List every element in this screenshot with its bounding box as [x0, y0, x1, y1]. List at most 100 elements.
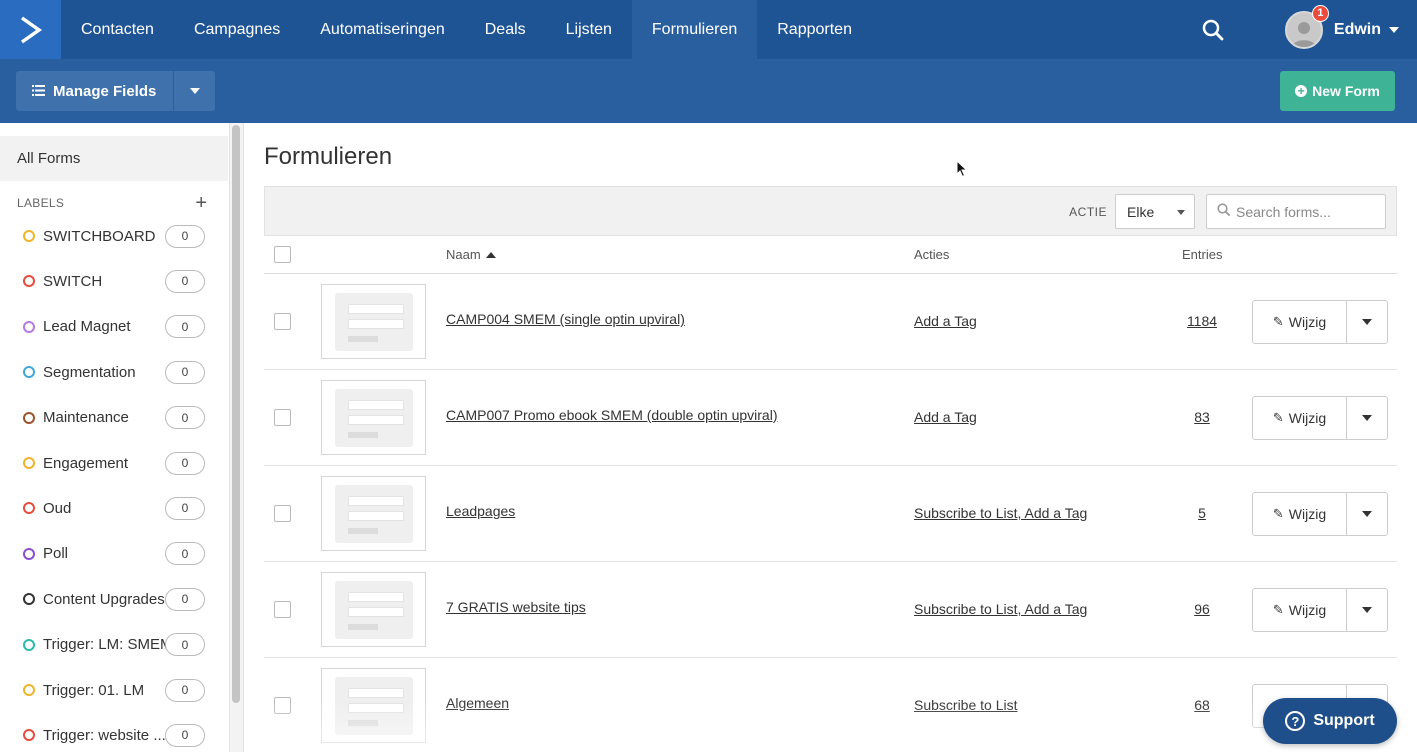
- sidebar-label-item[interactable]: SWITCH 0: [23, 266, 205, 296]
- edit-button[interactable]: ✎ Wijzig: [1253, 301, 1347, 343]
- pencil-icon: ✎: [1272, 314, 1284, 329]
- sidebar-label-item[interactable]: SWITCHBOARD 0: [23, 221, 205, 251]
- edit-button-group: ✎ Wijzig: [1252, 492, 1388, 536]
- user-avatar[interactable]: 1: [1284, 4, 1329, 49]
- nav-item-lijsten[interactable]: Lijsten: [546, 0, 632, 59]
- table-row: Leadpages Subscribe to List, Add a Tag 5 ✎ W…: [264, 466, 1397, 562]
- form-entries-link[interactable]: 68: [1182, 697, 1222, 713]
- labels-title: LABELS: [17, 196, 65, 210]
- manage-fields-dropdown[interactable]: [174, 71, 216, 111]
- form-thumbnail[interactable]: [321, 668, 426, 743]
- label-count-badge: 0: [165, 633, 205, 657]
- form-thumbnail[interactable]: [321, 284, 426, 359]
- new-form-button[interactable]: + New Form: [1280, 71, 1395, 111]
- row-checkbox[interactable]: [274, 505, 291, 522]
- sidebar-label-item[interactable]: Trigger: website ... 0: [23, 720, 205, 750]
- chevron-down-icon: [1362, 607, 1372, 613]
- search-input[interactable]: [1236, 203, 1376, 220]
- manage-fields-label: Manage Fields: [53, 82, 157, 100]
- edit-label: Wijzig: [1288, 410, 1327, 426]
- sidebar-label-item[interactable]: Engagement 0: [23, 448, 205, 478]
- chevron-down-icon: [1177, 210, 1185, 215]
- edit-button[interactable]: ✎ Wijzig: [1253, 493, 1347, 535]
- support-button[interactable]: ? Support: [1263, 698, 1397, 744]
- form-thumbnail[interactable]: [321, 380, 426, 455]
- search-forms-field[interactable]: [1206, 194, 1386, 229]
- row-checkbox[interactable]: [274, 409, 291, 426]
- nav-item-automatiseringen[interactable]: Automatiseringen: [300, 0, 465, 59]
- label-name: Poll: [43, 545, 69, 563]
- form-name-link[interactable]: CAMP004 SMEM (single optin upviral): [446, 311, 685, 327]
- select-all-checkbox[interactable]: [274, 246, 291, 263]
- form-preview-icon: [334, 676, 413, 735]
- form-entries-link[interactable]: 83: [1182, 409, 1222, 425]
- label-count-badge: 0: [165, 542, 205, 566]
- sidebar-label-item[interactable]: Trigger: LM: SMEM 0: [23, 630, 205, 660]
- nav-item-rapporten[interactable]: Rapporten: [757, 0, 872, 59]
- sidebar-label-item[interactable]: Trigger: 01. LM 0: [23, 675, 205, 705]
- label-name: Maintenance: [43, 409, 129, 427]
- scrollbar-thumb[interactable]: [232, 125, 240, 703]
- nav-item-campagnes[interactable]: Campagnes: [174, 0, 300, 59]
- sidebar-scrollbar[interactable]: [230, 123, 244, 752]
- form-thumbnail[interactable]: [321, 572, 426, 647]
- form-actions-link[interactable]: Subscribe to List: [914, 697, 1018, 713]
- chevron-down-icon[interactable]: [1389, 26, 1399, 33]
- column-header-name[interactable]: Naam: [446, 247, 496, 262]
- actie-select[interactable]: Elke: [1115, 194, 1195, 229]
- row-options-dropdown[interactable]: [1347, 301, 1387, 343]
- row-checkbox[interactable]: [274, 697, 291, 714]
- label-name: Trigger: LM: SMEM: [43, 636, 166, 654]
- edit-button-group: ✎ Wijzig: [1252, 588, 1388, 632]
- row-checkbox[interactable]: [274, 313, 291, 330]
- row-options-dropdown[interactable]: [1347, 589, 1387, 631]
- form-name-link[interactable]: 7 GRATIS website tips: [446, 599, 586, 615]
- sidebar-label-item[interactable]: Oud 0: [23, 493, 205, 523]
- label-count-badge: 0: [165, 451, 205, 475]
- chevron-down-icon: [1362, 415, 1372, 421]
- add-label-icon[interactable]: +: [195, 193, 207, 213]
- label-color-ring-icon: [23, 593, 35, 606]
- edit-button-group: ✎ Wijzig: [1252, 300, 1388, 344]
- form-entries-link[interactable]: 96: [1182, 601, 1222, 617]
- label-name: Trigger: website ...: [43, 726, 166, 744]
- label-name: Lead Magnet: [43, 318, 131, 336]
- main-nav: Contacten Campagnes Automatiseringen Dea…: [61, 0, 872, 59]
- row-checkbox[interactable]: [274, 601, 291, 618]
- edit-button[interactable]: ✎ Wijzig: [1253, 397, 1347, 439]
- sidebar-label-item[interactable]: Maintenance 0: [23, 403, 205, 433]
- form-entries-link[interactable]: 5: [1182, 505, 1222, 521]
- form-actions-link[interactable]: Subscribe to List, Add a Tag: [914, 601, 1087, 617]
- actie-select-value: Elke: [1127, 203, 1155, 220]
- nav-item-formulieren[interactable]: Formulieren: [631, 0, 758, 59]
- form-actions-link[interactable]: Subscribe to List, Add a Tag: [914, 505, 1087, 521]
- notification-badge: 1: [1311, 4, 1329, 22]
- pencil-icon: ✎: [1272, 602, 1284, 617]
- sidebar-label-item[interactable]: Poll 0: [23, 539, 205, 569]
- label-name: Segmentation: [43, 363, 136, 381]
- form-name-link[interactable]: Algemeen: [446, 695, 509, 711]
- form-name-link[interactable]: Leadpages: [446, 503, 515, 519]
- edit-button[interactable]: ✎ Wijzig: [1253, 589, 1347, 631]
- form-thumbnail[interactable]: [321, 476, 426, 551]
- user-name[interactable]: Edwin: [1334, 21, 1381, 39]
- label-count-badge: 0: [165, 360, 205, 384]
- form-actions-link[interactable]: Add a Tag: [914, 313, 977, 329]
- row-options-dropdown[interactable]: [1347, 493, 1387, 535]
- nav-item-contacten[interactable]: Contacten: [61, 0, 174, 59]
- sidebar-label-item[interactable]: Lead Magnet 0: [23, 312, 205, 342]
- manage-fields-button[interactable]: Manage Fields: [16, 71, 175, 111]
- actie-label: ACTIE: [1069, 205, 1107, 219]
- logo-icon[interactable]: [0, 0, 61, 59]
- edit-label: Wijzig: [1288, 602, 1327, 618]
- search-icon[interactable]: [1193, 10, 1233, 50]
- sidebar-label-item[interactable]: Segmentation 0: [23, 357, 205, 387]
- form-actions-link[interactable]: Add a Tag: [914, 409, 977, 425]
- sidebar-label-item[interactable]: Content Upgrades 0: [23, 584, 205, 614]
- search-icon: [1217, 202, 1230, 221]
- form-name-link[interactable]: CAMP007 Promo ebook SMEM (double optin u…: [446, 407, 778, 423]
- form-entries-link[interactable]: 1184: [1182, 313, 1222, 329]
- nav-item-deals[interactable]: Deals: [465, 0, 546, 59]
- row-options-dropdown[interactable]: [1347, 397, 1387, 439]
- sidebar-item-all-forms[interactable]: All Forms: [0, 136, 228, 181]
